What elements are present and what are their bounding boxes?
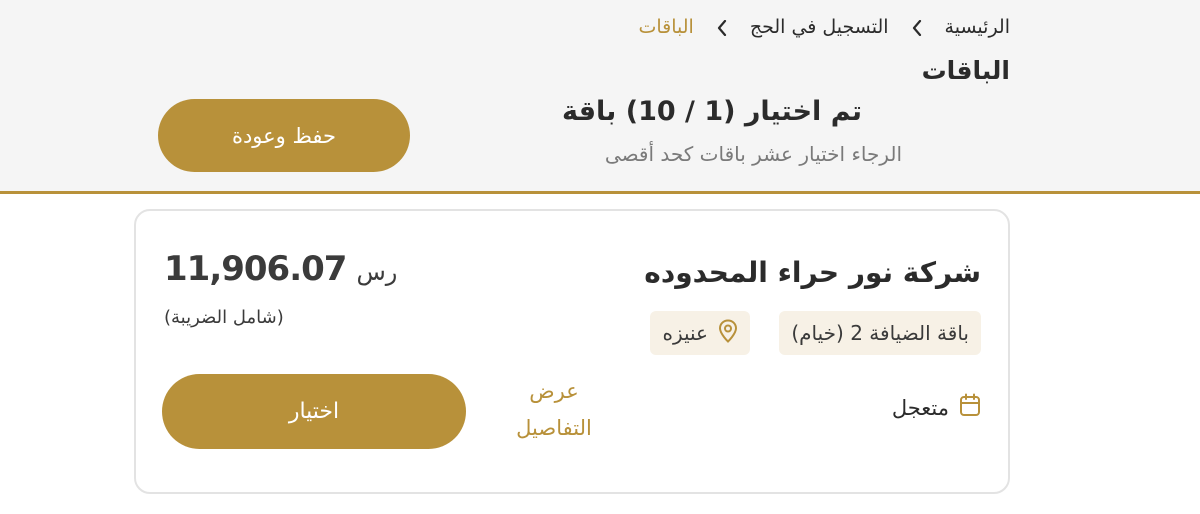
breadcrumb: الرئيسية التسجيل في الحج الباقات [638, 16, 1010, 38]
choose-package-button[interactable]: اختيار [162, 374, 466, 449]
city-name: عنيزه [662, 321, 708, 345]
package-name: باقة الضيافة 2 (خيام) [791, 321, 969, 345]
view-details-link[interactable]: عرض التفاصيل [504, 373, 604, 447]
category-label: متعجل [891, 395, 949, 420]
breadcrumb-hajj-registration[interactable]: التسجيل في الحج [750, 16, 889, 38]
breadcrumb-home[interactable]: الرئيسية [945, 16, 1010, 38]
page-header: الرئيسية التسجيل في الحج الباقات الباقات… [0, 0, 1200, 194]
selection-hint: الرجاء اختيار عشر باقات كحد أقصى [604, 142, 902, 166]
chevron-left-icon [889, 16, 945, 38]
city-tag: عنيزه [650, 311, 750, 355]
package-name-tag: باقة الضيافة 2 (خيام) [779, 311, 981, 355]
chevron-left-icon [694, 16, 750, 38]
currency-label: رس [356, 258, 398, 286]
price-row: 11,906.07 رس [164, 249, 397, 289]
page-title: الباقات [921, 56, 1010, 85]
package-price: 11,906.07 [164, 249, 347, 289]
location-pin-icon [718, 318, 738, 348]
calendar-icon [959, 393, 981, 422]
company-name: شركة نور حراء المحدوده [644, 256, 981, 289]
breadcrumb-packages: الباقات [638, 16, 694, 38]
package-card: شركة نور حراء المحدوده باقة الضيافة 2 (خ… [134, 209, 1010, 494]
save-and-back-button[interactable]: حفظ وعودة [158, 99, 410, 172]
category-row: متعجل [892, 393, 981, 422]
tax-note: (شامل الضريبة) [164, 307, 284, 328]
selected-count: تم اختيار (1 / 10) باقة [561, 96, 862, 127]
